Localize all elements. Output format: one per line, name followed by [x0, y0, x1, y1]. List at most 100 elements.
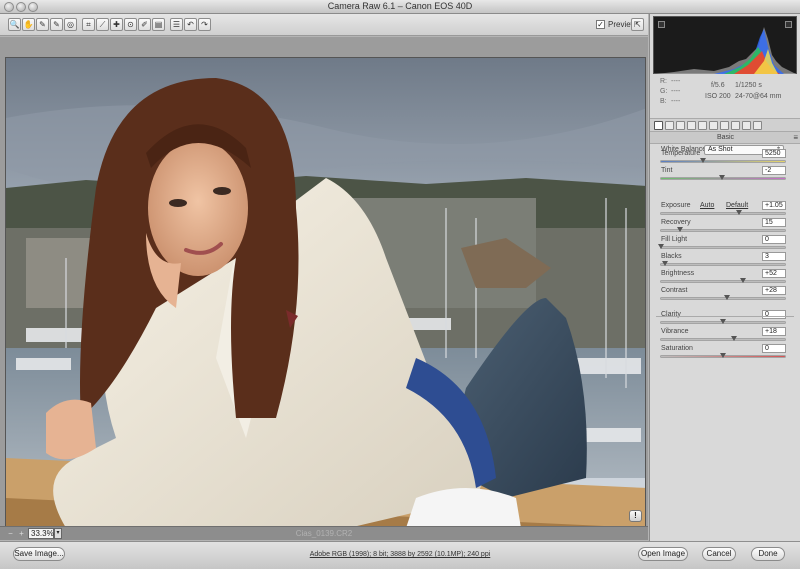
tone-curve-tab-icon[interactable]	[665, 121, 674, 130]
preferences-icon[interactable]: ☰	[170, 18, 183, 31]
white-balance-value: As Shot	[708, 146, 733, 153]
preview-checkbox[interactable]: ✓	[596, 20, 605, 29]
bottom-bar: Save Image... Adobe RGB (1998); 8 bit; 3…	[0, 541, 800, 569]
panel-divider	[656, 316, 794, 317]
red-label: R:	[660, 78, 667, 85]
rotate-left-icon[interactable]: ↶	[184, 18, 197, 31]
zoom-icon[interactable]: 🔍	[8, 18, 21, 31]
shutter-speed: 1/1250 s	[735, 82, 762, 89]
recovery-slider-thumb[interactable]	[676, 227, 683, 232]
exposure-label: Exposure	[661, 202, 691, 209]
clarity-value-field[interactable]: 0	[762, 310, 786, 319]
image-preview-area: !	[0, 37, 648, 540]
auto-link[interactable]: Auto	[700, 202, 714, 209]
tint-slider-thumb[interactable]	[718, 175, 725, 180]
white-balance-icon[interactable]: ✎	[36, 18, 49, 31]
vibrance-value-field[interactable]: +18	[762, 327, 786, 336]
fill-light-slider[interactable]	[658, 244, 786, 249]
rotate-right-icon[interactable]: ↷	[198, 18, 211, 31]
aperture: f/5.6	[711, 82, 725, 89]
blacks-label: Blacks	[661, 253, 682, 260]
exposure-value-field[interactable]: +1.05	[762, 201, 786, 210]
histogram	[653, 16, 797, 74]
basic-tab-icon[interactable]	[654, 121, 663, 130]
split-toning-tab-icon[interactable]	[698, 121, 707, 130]
graduated-filter-icon[interactable]: ▤	[152, 18, 165, 31]
lens: 24-70@64 mm	[735, 93, 782, 100]
iso: ISO 200	[705, 93, 731, 100]
camera-info: R: ---- G: ---- B: ---- f/5.6 1/1250 s I…	[653, 75, 797, 113]
fullscreen-icon[interactable]: ⇱	[631, 18, 644, 31]
adjustment-brush-icon[interactable]: ✐	[138, 18, 151, 31]
effects-tab-icon[interactable]	[720, 121, 729, 130]
tint-value-field[interactable]: -2	[762, 166, 786, 175]
crop-icon[interactable]: ⌗	[82, 18, 95, 31]
snapshots-tab-icon[interactable]	[753, 121, 762, 130]
detail-tab-icon[interactable]	[676, 121, 685, 130]
file-name: Cias_0139.CR2	[295, 529, 353, 538]
vibrance-slider[interactable]	[660, 336, 786, 341]
red-eye-icon[interactable]: ⊙	[124, 18, 137, 31]
saturation-value-field[interactable]: 0	[762, 344, 786, 353]
exposure-slider[interactable]	[660, 210, 786, 215]
zoom-status-bar: − + 33.3% ▾ Cias_0139.CR2	[0, 526, 648, 540]
vibrance-label: Vibrance	[661, 328, 689, 335]
green-label: G:	[660, 88, 668, 95]
window-title-bar: Camera Raw 6.1 – Canon EOS 40D	[0, 0, 800, 14]
fill-light-value-field[interactable]: 0	[762, 235, 786, 244]
blacks-value-field[interactable]: 3	[762, 252, 786, 261]
recovery-value-field[interactable]: 15	[762, 218, 786, 227]
targeted-adjust-icon[interactable]: ◎	[64, 18, 77, 31]
contrast-value-field[interactable]: +28	[762, 286, 786, 295]
temperature-label: Temperature	[661, 150, 701, 157]
done-button[interactable]: Done	[751, 547, 785, 561]
contrast-slider-thumb[interactable]	[723, 295, 730, 300]
exposure-slider-thumb[interactable]	[736, 210, 743, 215]
saturation-label: Saturation	[661, 345, 693, 352]
tint-slider[interactable]	[660, 175, 786, 180]
clarity-slider[interactable]	[660, 319, 786, 324]
camera-calibration-tab-icon[interactable]	[731, 121, 740, 130]
saturation-slider-thumb[interactable]	[720, 353, 726, 358]
brightness-value-field[interactable]: +52	[762, 269, 786, 278]
open-image-button[interactable]: Open Image	[638, 547, 688, 561]
recovery-label: Recovery	[661, 219, 691, 226]
default-link[interactable]: Default	[726, 202, 748, 209]
saturation-slider[interactable]	[660, 353, 786, 358]
tint-label: Tint	[661, 167, 673, 174]
temperature-value-field[interactable]: 5250	[762, 149, 786, 158]
panel-section-title: Basic	[716, 134, 735, 141]
temperature-slider[interactable]	[660, 158, 786, 163]
color-sampler-icon[interactable]: ✎	[50, 18, 63, 31]
brightness-slider-thumb[interactable]	[739, 278, 746, 283]
adjustments-panel: R: ---- G: ---- B: ---- f/5.6 1/1250 s I…	[649, 14, 800, 541]
brightness-slider[interactable]	[660, 278, 786, 283]
presets-tab-icon[interactable]	[742, 121, 751, 130]
cancel-button[interactable]: Cancel	[702, 547, 736, 561]
spot-removal-icon[interactable]: ✚	[110, 18, 123, 31]
clarity-slider-thumb[interactable]	[720, 319, 726, 324]
panel-section-header: Basic ≡	[650, 132, 800, 144]
blacks-slider[interactable]	[660, 261, 786, 266]
preview-warning-icon[interactable]: !	[629, 510, 642, 522]
window-title: Camera Raw 6.1 – Canon EOS 40D	[327, 1, 473, 11]
panel-tabs	[650, 118, 800, 132]
hand-icon[interactable]: ✋	[22, 18, 35, 31]
lens-corrections-tab-icon[interactable]	[709, 121, 718, 130]
green-value: ----	[671, 88, 681, 95]
photo-preview[interactable]	[5, 57, 646, 540]
fill-light-label: Fill Light	[661, 236, 688, 243]
hsl-tab-icon[interactable]	[687, 121, 696, 130]
contrast-slider[interactable]	[660, 295, 786, 300]
panel-menu-icon[interactable]: ≡	[793, 132, 798, 144]
blue-value: ----	[671, 98, 681, 105]
blacks-slider-thumb[interactable]	[661, 261, 668, 266]
straighten-icon[interactable]: ⟋	[96, 18, 109, 31]
temperature-slider-thumb[interactable]	[700, 158, 707, 163]
fill-light-slider-thumb[interactable]	[658, 244, 664, 249]
vibrance-slider-thumb[interactable]	[731, 336, 738, 341]
red-value: ----	[671, 78, 681, 85]
tool-bar: 🔍 ✋ ✎ ✎ ◎ ⌗ ⟋ ✚ ⊙ ✐ ▤ ☰ ↶ ↷ ✓ Preview ⇱	[0, 14, 648, 36]
recovery-slider[interactable]	[660, 227, 786, 232]
brightness-label: Brightness	[661, 270, 695, 277]
